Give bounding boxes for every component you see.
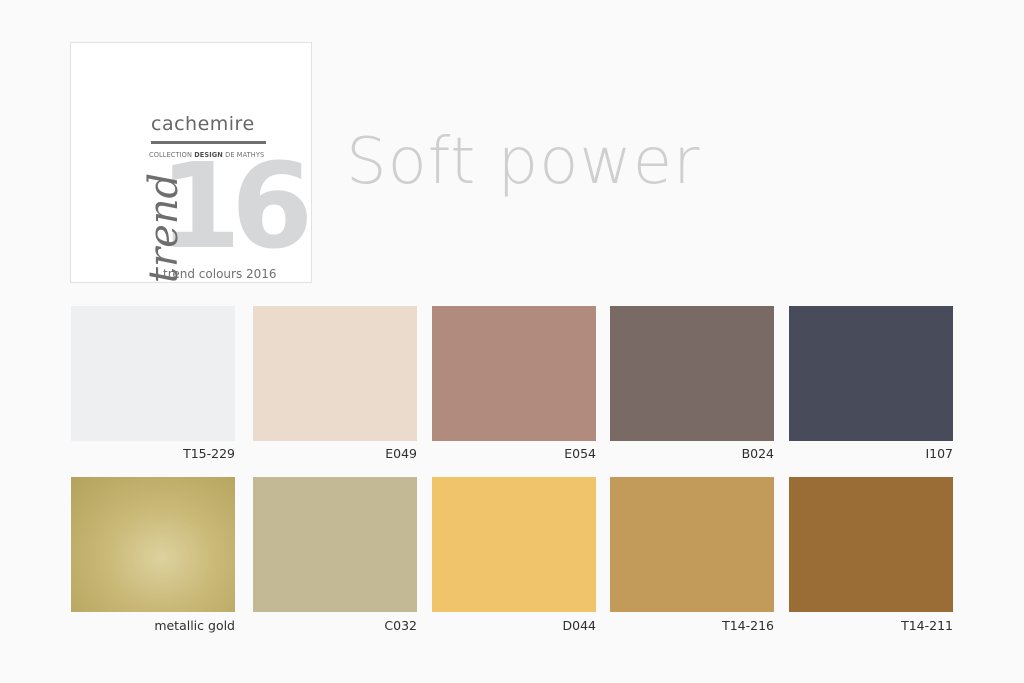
page-title: Soft power (346, 125, 701, 199)
trend-tagline: trend colours 2016 (163, 267, 277, 281)
brand-logo-card: cachemire COLLECTION DESIGN DE MATHYS 16… (70, 42, 313, 283)
swatch-code-label: T14-211 (901, 618, 953, 633)
color-swatch (253, 477, 417, 612)
color-swatch (789, 477, 953, 612)
swatch-code-label: T15-229 (183, 446, 235, 461)
swatch-code-label: I107 (925, 446, 953, 461)
swatch-code-label: E049 (385, 446, 417, 461)
swatch-code-label: D044 (562, 618, 596, 633)
swatch-code-label: B024 (741, 446, 774, 461)
swatch-code-label: T14-216 (722, 618, 774, 633)
swatch-code-label: metallic gold (154, 618, 235, 633)
color-swatch (432, 477, 596, 612)
swatch-code-label: C032 (384, 618, 417, 633)
swatch-code-label: E054 (564, 446, 596, 461)
color-swatch (253, 306, 417, 441)
color-swatch (610, 306, 774, 441)
metallic-swatch (71, 477, 235, 612)
color-swatch (432, 306, 596, 441)
color-swatch (789, 306, 953, 441)
color-swatch (610, 477, 774, 612)
brand-name: cachemire (151, 113, 255, 135)
color-swatch (71, 306, 235, 441)
